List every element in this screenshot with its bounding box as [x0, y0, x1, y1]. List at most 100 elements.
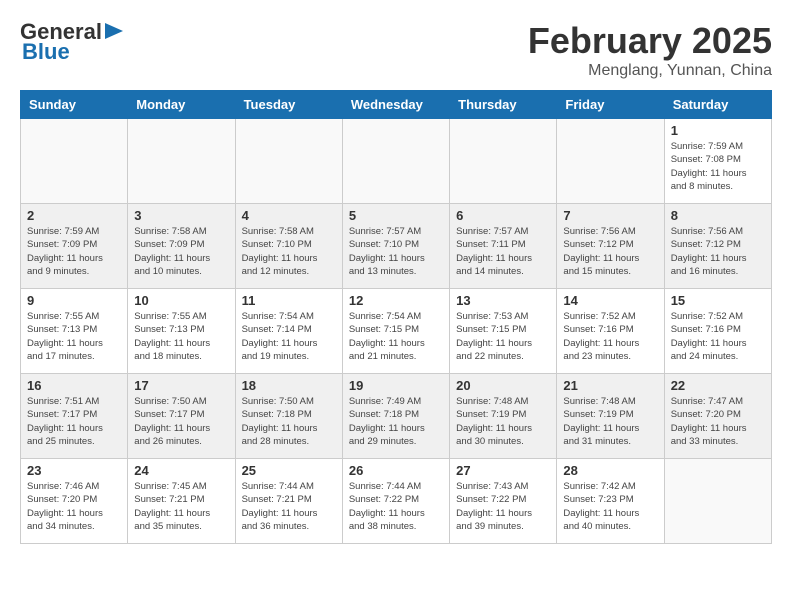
- day-info: Sunrise: 7:51 AM Sunset: 7:17 PM Dayligh…: [27, 395, 121, 448]
- day-number: 1: [671, 123, 765, 138]
- day-number: 4: [242, 208, 336, 223]
- calendar-cell: 27 Sunrise: 7:43 AM Sunset: 7:22 PM Dayli…: [450, 459, 557, 544]
- calendar-week-row: 2 Sunrise: 7:59 AM Sunset: 7:09 PM Daylig…: [21, 204, 772, 289]
- day-info: Sunrise: 7:48 AM Sunset: 7:19 PM Dayligh…: [456, 395, 550, 448]
- calendar-cell: 9 Sunrise: 7:55 AM Sunset: 7:13 PM Daylig…: [21, 289, 128, 374]
- title-block: February 2025 Menglang, Yunnan, China: [528, 20, 772, 80]
- day-info: Sunrise: 7:44 AM Sunset: 7:22 PM Dayligh…: [349, 480, 443, 533]
- day-info: Sunrise: 7:52 AM Sunset: 7:16 PM Dayligh…: [563, 310, 657, 363]
- day-number: 25: [242, 463, 336, 478]
- day-number: 12: [349, 293, 443, 308]
- calendar-cell: 2 Sunrise: 7:59 AM Sunset: 7:09 PM Daylig…: [21, 204, 128, 289]
- calendar-cell: [235, 119, 342, 204]
- day-number: 8: [671, 208, 765, 223]
- day-info: Sunrise: 7:48 AM Sunset: 7:19 PM Dayligh…: [563, 395, 657, 448]
- calendar-cell: [557, 119, 664, 204]
- col-header-friday: Friday: [557, 91, 664, 119]
- calendar-cell: 23Sunrise: 7:46 AM Sunset: 7:20 PM Dayli…: [21, 459, 128, 544]
- calendar-cell: 12 Sunrise: 7:54 AM Sunset: 7:15 PM Dayli…: [342, 289, 449, 374]
- calendar-cell: [128, 119, 235, 204]
- day-info: Sunrise: 7:57 AM Sunset: 7:10 PM Dayligh…: [349, 225, 443, 278]
- calendar-cell: 18 Sunrise: 7:50 AM Sunset: 7:18 PM Dayli…: [235, 374, 342, 459]
- calendar-cell: 24 Sunrise: 7:45 AM Sunset: 7:21 PM Dayli…: [128, 459, 235, 544]
- day-number: 9: [27, 293, 121, 308]
- calendar-cell: [664, 459, 771, 544]
- col-header-monday: Monday: [128, 91, 235, 119]
- col-header-wednesday: Wednesday: [342, 91, 449, 119]
- calendar-cell: 21 Sunrise: 7:48 AM Sunset: 7:19 PM Dayli…: [557, 374, 664, 459]
- calendar-table: SundayMondayTuesdayWednesdayThursdayFrid…: [20, 90, 772, 544]
- calendar-week-row: 16 Sunrise: 7:51 AM Sunset: 7:17 PM Dayli…: [21, 374, 772, 459]
- calendar-cell: 15 Sunrise: 7:52 AM Sunset: 7:16 PM Dayli…: [664, 289, 771, 374]
- day-info: Sunrise: 7:55 AM Sunset: 7:13 PM Dayligh…: [27, 310, 121, 363]
- day-info: Sunrise: 7:59 AM Sunset: 7:09 PM Dayligh…: [27, 225, 121, 278]
- day-info: Sunrise: 7:55 AM Sunset: 7:13 PM Dayligh…: [134, 310, 228, 363]
- day-number: 20: [456, 378, 550, 393]
- day-number: 26: [349, 463, 443, 478]
- logo: General Blue: [20, 20, 123, 64]
- calendar-cell: 13 Sunrise: 7:53 AM Sunset: 7:15 PM Dayli…: [450, 289, 557, 374]
- calendar-cell: 8 Sunrise: 7:56 AM Sunset: 7:12 PM Daylig…: [664, 204, 771, 289]
- day-number: 6: [456, 208, 550, 223]
- day-number: 13: [456, 293, 550, 308]
- calendar-cell: 17 Sunrise: 7:50 AM Sunset: 7:17 PM Dayli…: [128, 374, 235, 459]
- logo-arrow-icon: [105, 23, 123, 39]
- calendar-cell: 10 Sunrise: 7:55 AM Sunset: 7:13 PM Dayli…: [128, 289, 235, 374]
- day-info: Sunrise: 7:44 AM Sunset: 7:21 PM Dayligh…: [242, 480, 336, 533]
- day-number: 16: [27, 378, 121, 393]
- day-number: 15: [671, 293, 765, 308]
- day-info: Sunrise: 7:54 AM Sunset: 7:14 PM Dayligh…: [242, 310, 336, 363]
- day-info: Sunrise: 7:50 AM Sunset: 7:18 PM Dayligh…: [242, 395, 336, 448]
- calendar-week-row: 23Sunrise: 7:46 AM Sunset: 7:20 PM Dayli…: [21, 459, 772, 544]
- day-number: 17: [134, 378, 228, 393]
- day-info: Sunrise: 7:53 AM Sunset: 7:15 PM Dayligh…: [456, 310, 550, 363]
- calendar-week-row: 9 Sunrise: 7:55 AM Sunset: 7:13 PM Daylig…: [21, 289, 772, 374]
- col-header-tuesday: Tuesday: [235, 91, 342, 119]
- day-info: Sunrise: 7:58 AM Sunset: 7:09 PM Dayligh…: [134, 225, 228, 278]
- calendar-cell: 22 Sunrise: 7:47 AM Sunset: 7:20 PM Dayli…: [664, 374, 771, 459]
- page-header: General Blue February 2025 Menglang, Yun…: [20, 20, 772, 80]
- day-number: 21: [563, 378, 657, 393]
- day-info: Sunrise: 7:57 AM Sunset: 7:11 PM Dayligh…: [456, 225, 550, 278]
- day-number: 28: [563, 463, 657, 478]
- calendar-cell: 7Sunrise: 7:56 AM Sunset: 7:12 PM Daylig…: [557, 204, 664, 289]
- day-info: Sunrise: 7:52 AM Sunset: 7:16 PM Dayligh…: [671, 310, 765, 363]
- calendar-header-row: SundayMondayTuesdayWednesdayThursdayFrid…: [21, 91, 772, 119]
- day-info: Sunrise: 7:50 AM Sunset: 7:17 PM Dayligh…: [134, 395, 228, 448]
- day-info: Sunrise: 7:49 AM Sunset: 7:18 PM Dayligh…: [349, 395, 443, 448]
- calendar-cell: [21, 119, 128, 204]
- calendar-cell: 3Sunrise: 7:58 AM Sunset: 7:09 PM Daylig…: [128, 204, 235, 289]
- calendar-week-row: 1 Sunrise: 7:59 AM Sunset: 7:08 PM Daylig…: [21, 119, 772, 204]
- day-number: 11: [242, 293, 336, 308]
- calendar-cell: 5 Sunrise: 7:57 AM Sunset: 7:10 PM Daylig…: [342, 204, 449, 289]
- calendar-cell: [450, 119, 557, 204]
- calendar-cell: 6 Sunrise: 7:57 AM Sunset: 7:11 PM Daylig…: [450, 204, 557, 289]
- day-info: Sunrise: 7:54 AM Sunset: 7:15 PM Dayligh…: [349, 310, 443, 363]
- day-number: 19: [349, 378, 443, 393]
- day-number: 5: [349, 208, 443, 223]
- day-number: 2: [27, 208, 121, 223]
- col-header-sunday: Sunday: [21, 91, 128, 119]
- day-number: 27: [456, 463, 550, 478]
- day-info: Sunrise: 7:45 AM Sunset: 7:21 PM Dayligh…: [134, 480, 228, 533]
- day-info: Sunrise: 7:42 AM Sunset: 7:23 PM Dayligh…: [563, 480, 657, 533]
- calendar-cell: 26 Sunrise: 7:44 AM Sunset: 7:22 PM Dayli…: [342, 459, 449, 544]
- day-number: 10: [134, 293, 228, 308]
- calendar-cell: 11 Sunrise: 7:54 AM Sunset: 7:14 PM Dayli…: [235, 289, 342, 374]
- day-info: Sunrise: 7:43 AM Sunset: 7:22 PM Dayligh…: [456, 480, 550, 533]
- calendar-cell: 4Sunrise: 7:58 AM Sunset: 7:10 PM Daylig…: [235, 204, 342, 289]
- day-number: 18: [242, 378, 336, 393]
- day-info: Sunrise: 7:56 AM Sunset: 7:12 PM Dayligh…: [671, 225, 765, 278]
- day-number: 14: [563, 293, 657, 308]
- day-info: Sunrise: 7:47 AM Sunset: 7:20 PM Dayligh…: [671, 395, 765, 448]
- col-header-saturday: Saturday: [664, 91, 771, 119]
- calendar-cell: 16 Sunrise: 7:51 AM Sunset: 7:17 PM Dayli…: [21, 374, 128, 459]
- day-number: 22: [671, 378, 765, 393]
- day-info: Sunrise: 7:59 AM Sunset: 7:08 PM Dayligh…: [671, 140, 765, 193]
- day-info: Sunrise: 7:46 AM Sunset: 7:20 PM Dayligh…: [27, 480, 121, 533]
- day-number: 24: [134, 463, 228, 478]
- calendar-cell: 28 Sunrise: 7:42 AM Sunset: 7:23 PM Dayli…: [557, 459, 664, 544]
- calendar-cell: 1 Sunrise: 7:59 AM Sunset: 7:08 PM Daylig…: [664, 119, 771, 204]
- logo-blue-text: Blue: [22, 39, 70, 64]
- month-title: February 2025: [528, 20, 772, 62]
